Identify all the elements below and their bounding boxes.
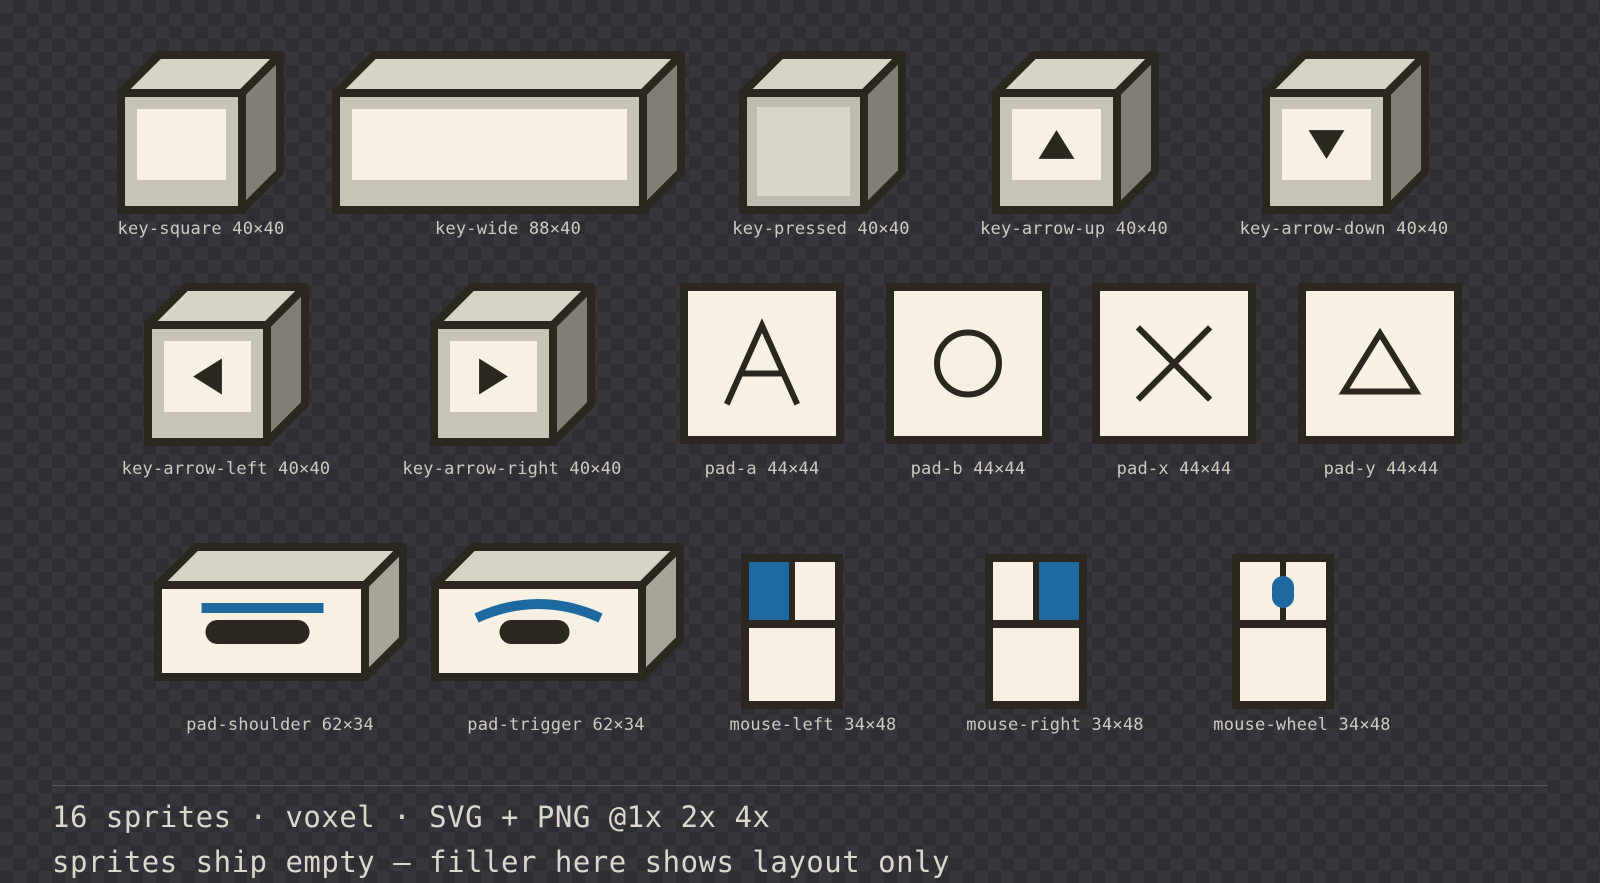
footer-note: sprites ship empty — filler here shows l… — [52, 845, 950, 879]
footer-divider — [52, 785, 1548, 786]
scroll-wheel-icon — [1272, 576, 1294, 608]
sprite-label: mouse-right 34×48 — [966, 715, 1144, 735]
sprite-mouse-right — [985, 554, 1087, 709]
sprite-pad-y — [1298, 283, 1462, 444]
sprite-label: key-arrow-up 40×40 — [980, 219, 1168, 239]
right-button-icon — [1037, 562, 1079, 624]
sprite-sheet: key-square 40×40 key-wide 88×40 key-presse… — [0, 0, 1600, 883]
sprite-pad-x — [1092, 283, 1256, 444]
sprite-pad-trigger — [431, 543, 684, 681]
sprite-label: pad-x 44×44 — [1116, 459, 1232, 479]
sprite-pad-shoulder — [154, 543, 407, 681]
left-button-icon — [749, 562, 791, 624]
sprite-canvas — [117, 51, 1462, 709]
sprite-key-square — [117, 51, 284, 214]
sprite-label: key-arrow-left 40×40 — [121, 459, 331, 479]
sprite-label: key-pressed 40×40 — [732, 219, 910, 239]
sprite-key-arrow-down — [1262, 51, 1429, 214]
shoulder-bar-icon — [201, 603, 324, 613]
sprite-key-arrow-left — [144, 283, 309, 446]
sprite-key-arrow-right — [430, 283, 595, 446]
sprite-label: key-arrow-right 40×40 — [402, 459, 622, 479]
sprite-label: key-square 40×40 — [117, 219, 285, 239]
sprite-label: pad-y 44×44 — [1323, 459, 1439, 479]
sprite-label: pad-b 44×44 — [910, 459, 1026, 479]
sprite-key-pressed — [739, 51, 906, 214]
sprite-label: mouse-left 34×48 — [729, 715, 897, 735]
sprite-key-arrow-up — [992, 51, 1159, 214]
footer-summary: 16 sprites · voxel · SVG + PNG @1x 2x 4x — [52, 800, 771, 834]
sprite-key-wide — [332, 51, 685, 214]
sprite-mouse-wheel — [1232, 554, 1334, 709]
sprite-mouse-left — [741, 554, 843, 709]
slot-icon — [205, 620, 310, 644]
sprite-label: pad-a 44×44 — [704, 459, 820, 479]
sprite-label: pad-trigger 62×34 — [467, 715, 645, 735]
sprite-label: key-wide 88×40 — [434, 219, 582, 239]
slot-icon — [499, 620, 570, 644]
sprite-pad-a — [680, 283, 844, 444]
sprite-label: mouse-wheel 34×48 — [1213, 715, 1391, 735]
sprite-pad-b — [886, 283, 1050, 444]
sprite-label: pad-shoulder 62×34 — [186, 715, 374, 735]
sprite-label: key-arrow-down 40×40 — [1239, 219, 1449, 239]
